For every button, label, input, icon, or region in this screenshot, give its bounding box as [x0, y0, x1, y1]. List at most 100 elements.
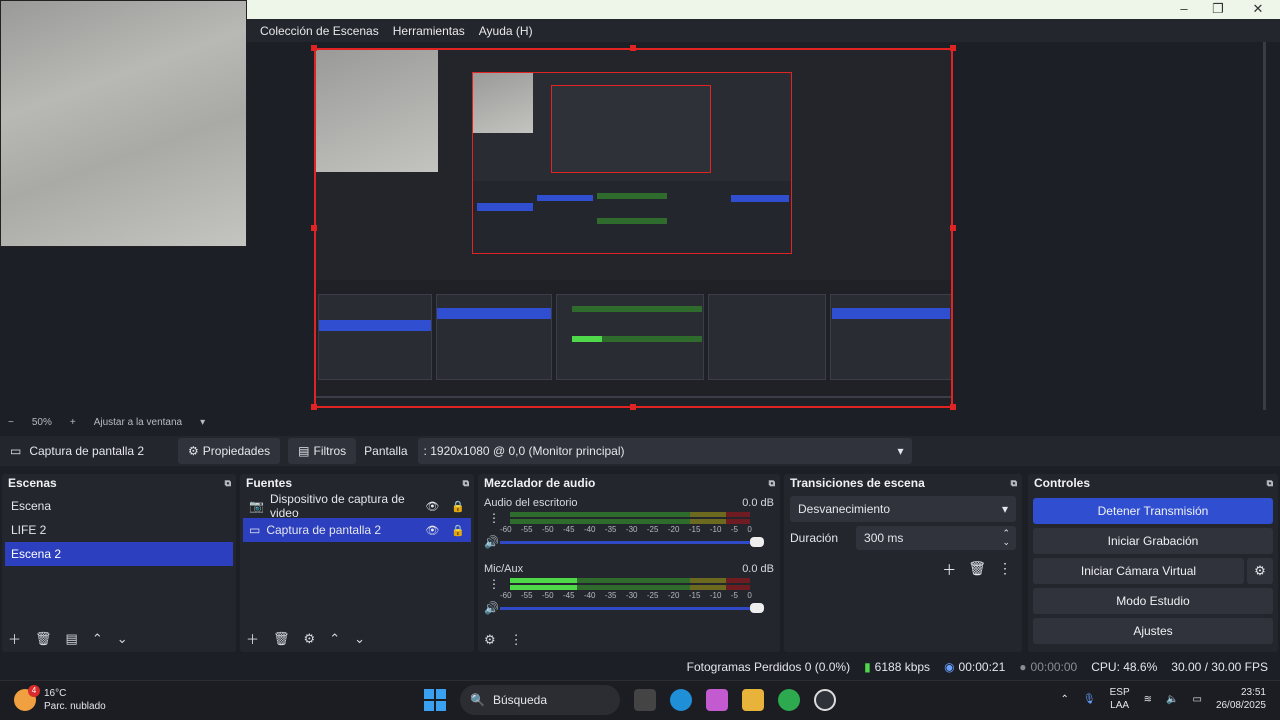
- obs-icon[interactable]: [814, 689, 836, 711]
- transition-select[interactable]: Desvanecimiento ▾: [790, 496, 1016, 522]
- search-icon: 🔍: [470, 693, 485, 707]
- chevron-down-icon[interactable]: ⌄: [117, 631, 128, 647]
- windows-start-icon[interactable]: [424, 689, 446, 711]
- gear-icon[interactable]: ⚙: [304, 631, 316, 647]
- chevron-down-icon[interactable]: ▾: [200, 417, 205, 428]
- lock-icon[interactable]: 🔒: [451, 500, 465, 513]
- more-icon[interactable]: ⋮: [488, 512, 500, 524]
- fps-status: 30.00 / 30.00 FPS: [1171, 660, 1268, 674]
- lock-icon[interactable]: 🔒: [451, 524, 465, 537]
- eye-icon[interactable]: 👁: [425, 500, 439, 513]
- display-select-value: : 1920x1080 @ 0,0 (Monitor principal): [423, 444, 625, 458]
- volume-slider-knob[interactable]: [750, 537, 764, 547]
- stepper-icon[interactable]: ⌃ ⌄: [1002, 529, 1010, 547]
- resize-handle[interactable]: [950, 45, 956, 51]
- source-item-selected[interactable]: ▭ Captura de pantalla 2 👁 🔒: [243, 518, 471, 542]
- start-recording-button[interactable]: Iniciar Grabación: [1033, 528, 1273, 554]
- add-icon[interactable]: ＋: [8, 629, 21, 648]
- more-icon[interactable]: ⋮: [998, 560, 1012, 580]
- duration-input[interactable]: 300 ms ⌃ ⌄: [856, 526, 1016, 550]
- file-explorer-icon[interactable]: [742, 689, 764, 711]
- wifi-icon[interactable]: ≋: [1144, 694, 1152, 705]
- track-name: Mic/Aux: [484, 563, 524, 575]
- track-db: 0.0 dB: [742, 563, 774, 575]
- scene-item[interactable]: Escena: [5, 494, 233, 518]
- taskbar-search[interactable]: 🔍 Búsqueda: [460, 685, 620, 715]
- weather-widget[interactable]: 4 16°C Parc. nublado: [14, 685, 106, 713]
- studio-mode-button[interactable]: Modo Estudio: [1033, 588, 1273, 614]
- zoom-in-button[interactable]: +: [70, 417, 76, 428]
- edge-icon[interactable]: [670, 689, 692, 711]
- stop-streaming-button[interactable]: Detener Transmisión: [1033, 498, 1273, 524]
- more-icon[interactable]: ⋮: [488, 578, 500, 590]
- menu-help[interactable]: Ayuda (H): [473, 24, 539, 38]
- trash-icon[interactable]: 🗑: [273, 631, 290, 647]
- resize-handle[interactable]: [311, 45, 317, 51]
- add-icon[interactable]: ＋: [246, 629, 259, 648]
- monitor-icon: ▭: [249, 523, 261, 537]
- zoom-out-button[interactable]: −: [8, 417, 14, 428]
- minimize-button[interactable]: –: [1174, 2, 1194, 16]
- eye-icon[interactable]: 👁: [425, 524, 439, 537]
- language-indicator[interactable]: ESP LAA: [1110, 686, 1130, 712]
- add-icon[interactable]: ＋: [942, 560, 956, 580]
- settings-button[interactable]: Ajustes: [1033, 618, 1273, 644]
- scene-item[interactable]: LIFE 2: [5, 518, 233, 542]
- speaker-icon[interactable]: 🔊: [484, 535, 499, 549]
- undock-icon[interactable]: ⧉: [1267, 478, 1273, 489]
- stream-time-value: 00:00:21: [958, 660, 1006, 674]
- display-select[interactable]: : 1920x1080 @ 0,0 (Monitor principal) ▾: [417, 438, 912, 464]
- filters-label: Filtros: [313, 444, 347, 458]
- preview-canvas[interactable]: [314, 48, 953, 408]
- clock[interactable]: 23:51 26/08/2025: [1216, 686, 1266, 712]
- source-item[interactable]: 📷 Dispositivo de captura de video 👁 🔒: [243, 492, 471, 520]
- audio-track: Mic/Aux 0.0 dB ⋮ -60 -55 -50 -45 -40 -35 -30 -25…: [478, 562, 780, 628]
- volume-slider-knob[interactable]: [750, 603, 764, 613]
- track-db: 0.0 dB: [742, 497, 774, 509]
- filter-icon[interactable]: ▤: [66, 631, 78, 647]
- trash-icon[interactable]: 🗑: [968, 560, 986, 580]
- audio-mixer-dock: Mezclador de audio ⧉ Audio del escritorio…: [478, 474, 780, 652]
- start-virtual-camera-button[interactable]: Iniciar Cámara Virtual: [1033, 558, 1244, 584]
- properties-button[interactable]: ⚙ Propiedades: [178, 438, 281, 464]
- undock-icon[interactable]: ⧉: [225, 478, 231, 489]
- volume-slider[interactable]: [500, 603, 764, 613]
- chevron-up-icon[interactable]: ⌃: [1061, 694, 1069, 705]
- chrome-icon[interactable]: [778, 689, 800, 711]
- cpu-usage: CPU: 48.6%: [1091, 660, 1158, 674]
- microphone-icon[interactable]: 🎙: [1083, 694, 1096, 705]
- zoom-fit-label[interactable]: Ajustar a la ventana: [94, 417, 182, 428]
- trash-icon[interactable]: 🗑: [35, 631, 52, 647]
- copilot-icon[interactable]: [706, 689, 728, 711]
- battery-icon[interactable]: ▭: [1192, 694, 1201, 705]
- undock-icon[interactable]: ⧉: [1011, 478, 1017, 489]
- task-view-icon[interactable]: [634, 689, 656, 711]
- menu-scene-collection[interactable]: Colección de Escenas: [254, 24, 385, 38]
- menu-tools[interactable]: Herramientas: [387, 24, 471, 38]
- close-button[interactable]: ✕: [1248, 2, 1268, 16]
- gear-icon[interactable]: ⚙: [484, 632, 496, 648]
- more-icon[interactable]: ⋮: [510, 632, 523, 648]
- preview-scrollbar[interactable]: [1263, 42, 1266, 410]
- scene-item-selected[interactable]: Escena 2: [5, 542, 233, 566]
- nested-preview: [472, 72, 792, 254]
- resize-handle[interactable]: [630, 45, 636, 51]
- resize-handle[interactable]: [311, 404, 317, 410]
- chevron-down-icon[interactable]: ⌄: [354, 631, 365, 647]
- resize-handle[interactable]: [950, 404, 956, 410]
- undock-icon[interactable]: ⧉: [463, 478, 469, 489]
- chevron-up-icon[interactable]: ⌃: [329, 631, 340, 647]
- resize-handle[interactable]: [311, 225, 317, 231]
- filters-button[interactable]: ▤ Filtros: [288, 438, 357, 464]
- speaker-icon[interactable]: 🔊: [484, 601, 499, 615]
- volume-icon[interactable]: 🔈: [1166, 694, 1178, 705]
- undock-icon[interactable]: ⧉: [769, 478, 775, 489]
- maximize-button[interactable]: ❐: [1208, 2, 1228, 16]
- stream-time: ◉ 00:00:21: [944, 660, 1005, 674]
- resize-handle[interactable]: [630, 404, 636, 410]
- gear-icon[interactable]: ⚙: [1247, 558, 1273, 584]
- volume-slider[interactable]: [500, 537, 764, 547]
- resize-handle[interactable]: [950, 225, 956, 231]
- clock-time: 23:51: [1240, 687, 1266, 698]
- chevron-up-icon[interactable]: ⌃: [92, 631, 103, 647]
